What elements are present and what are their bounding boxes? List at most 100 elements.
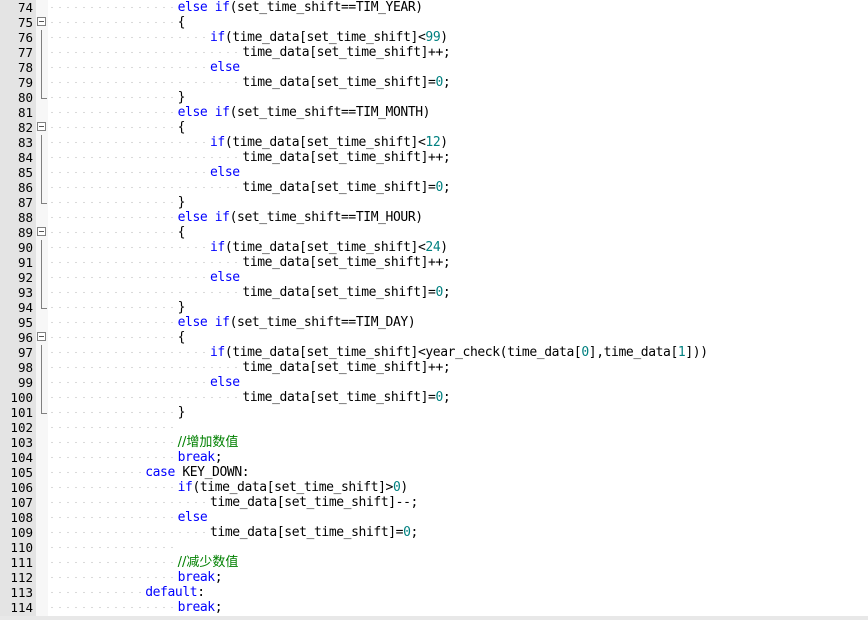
code-line[interactable]: 88 else if(set_time_shift==TIM_HOUR)	[18, 210, 868, 225]
fold-collapse-icon[interactable]	[37, 332, 46, 341]
line-number: 100	[10, 390, 33, 405]
code-line[interactable]: 110	[10, 540, 868, 555]
code-line[interactable]: 93 time_data[set_time_shift]=0;	[18, 285, 868, 300]
keyword-token: else	[210, 165, 240, 180]
line-number: 85	[17, 165, 33, 180]
code-line[interactable]: 77 time_data[set_time_shift]++;	[18, 45, 868, 60]
whitespace-indicator	[48, 135, 206, 150]
code-line[interactable]: 95 else if(set_time_shift==TIM_DAY)	[18, 315, 868, 330]
code-text: {	[177, 330, 186, 345]
line-number: 82	[17, 120, 33, 135]
number-token: 24	[425, 240, 441, 255]
code-text: }	[177, 405, 186, 420]
code-line[interactable]: 91 time_data[set_time_shift]++;	[18, 255, 868, 270]
line-number: 111	[10, 555, 33, 570]
number-token: 0	[435, 75, 443, 90]
code-line[interactable]: 94}	[18, 300, 868, 315]
line-number: 86	[17, 180, 33, 195]
code-line[interactable]: 83 if(time_data[set_time_shift]<12)	[18, 135, 868, 150]
code-token: {	[177, 330, 186, 345]
fold-end-marker	[41, 405, 47, 414]
code-line[interactable]: 114 break;	[10, 600, 868, 615]
code-line[interactable]: 92 else	[18, 270, 868, 285]
keyword-token: break	[177, 450, 216, 465]
code-line[interactable]: 104 break;	[10, 450, 868, 465]
code-line[interactable]: 84 time_data[set_time_shift]++;	[18, 150, 868, 165]
line-number: 106	[10, 480, 33, 495]
code-line[interactable]: 106 if(time_data[set_time_shift]>0)	[10, 480, 868, 495]
code-line[interactable]: 113 default:	[10, 585, 868, 600]
code-line[interactable]: 97 if(time_data[set_time_shift]<year_chec…	[18, 345, 868, 360]
horizontal-scrollbar[interactable]	[0, 616, 868, 620]
code-line[interactable]: 112 break;	[10, 570, 868, 585]
line-number: 107	[10, 495, 33, 510]
line-number: 113	[10, 585, 33, 600]
code-token: time_data[set_time_shift]=	[242, 285, 436, 300]
code-line[interactable]: 80}	[18, 90, 868, 105]
code-text: //增加数值	[178, 435, 239, 450]
code-line[interactable]: 99 else	[18, 375, 868, 390]
code-text: if(time_data[set_time_shift]<99)	[210, 30, 448, 45]
code-line[interactable]: 79 time_data[set_time_shift]=0;	[18, 75, 868, 90]
code-line[interactable]: 82 {	[18, 120, 868, 135]
code-line[interactable]: 103 //增加数值	[10, 435, 868, 450]
code-token: (time_data[set_time_shift]<year_check(ti…	[224, 345, 582, 360]
code-line[interactable]: 111 //减少数值	[10, 555, 868, 570]
fold-guide-line	[41, 135, 42, 150]
code-line[interactable]: 96 {	[18, 330, 868, 345]
whitespace-indicator	[48, 105, 174, 120]
line-number: 77	[17, 45, 33, 60]
fold-guide-line	[41, 390, 42, 405]
code-line[interactable]: 75 {	[18, 15, 868, 30]
keyword-token: if	[210, 240, 225, 255]
whitespace-indicator	[48, 540, 174, 555]
whitespace-indicator	[48, 15, 174, 30]
line-number: 81	[17, 105, 33, 120]
fold-collapse-icon[interactable]	[37, 122, 46, 131]
whitespace-indicator	[48, 150, 239, 165]
fold-end-marker	[41, 90, 47, 99]
code-line[interactable]: 76 if(time_data[set_time_shift]<99)	[18, 30, 868, 45]
whitespace-indicator	[48, 585, 142, 600]
code-token: (time_data[set_time_shift]<	[224, 30, 426, 45]
code-text: if(time_data[set_time_shift]>0)	[178, 480, 409, 495]
code-line[interactable]: 109 time_data[set_time_shift]=0;	[10, 525, 868, 540]
code-line[interactable]: 107 time_data[set_time_shift]--;	[10, 495, 868, 510]
fold-guide-line	[41, 180, 42, 195]
code-line[interactable]: 90 if(time_data[set_time_shift]<24)	[18, 240, 868, 255]
code-line[interactable]: 74 else if(set_time_shift==TIM_YEAR)	[18, 0, 868, 15]
keyword-token: if	[214, 0, 230, 15]
code-line[interactable]: 87}	[18, 195, 868, 210]
code-editor[interactable]: 74 else if(set_time_shift==TIM_YEAR) 75{76…	[0, 0, 868, 620]
code-line[interactable]: 101}	[10, 405, 868, 420]
code-token: time_data[set_time_shift]=	[242, 180, 436, 195]
code-area[interactable]: 74 else if(set_time_shift==TIM_YEAR) 75{76…	[10, 0, 868, 620]
fold-end-marker	[41, 300, 47, 309]
whitespace-indicator	[48, 0, 174, 15]
code-line[interactable]: 108 else	[10, 510, 868, 525]
code-line[interactable]: 105 case KEY_DOWN:	[10, 465, 868, 480]
code-token: (set_time_shift==TIM_DAY)	[229, 315, 416, 330]
fold-guide-line	[41, 360, 42, 375]
code-line[interactable]: 102	[10, 420, 868, 435]
code-token: ;	[214, 600, 223, 615]
code-text: else	[178, 510, 208, 525]
line-number: 92	[17, 270, 33, 285]
code-line[interactable]: 85 else	[18, 165, 868, 180]
code-token: }	[177, 405, 186, 420]
code-line[interactable]: 89 {	[18, 225, 868, 240]
code-line[interactable]: 98 time_data[set_time_shift]++;	[18, 360, 868, 375]
code-line[interactable]: 100 time_data[set_time_shift]=0;	[10, 390, 868, 405]
code-text: if(time_data[set_time_shift]<12)	[210, 135, 448, 150]
line-number: 88	[17, 210, 33, 225]
code-line[interactable]: 78 else	[18, 60, 868, 75]
number-token: 0	[435, 285, 443, 300]
fold-guide-line	[41, 60, 42, 75]
fold-collapse-icon[interactable]	[37, 227, 46, 236]
fold-guide-line	[41, 345, 42, 360]
code-line[interactable]: 86 time_data[set_time_shift]=0;	[18, 180, 868, 195]
fold-collapse-icon[interactable]	[37, 17, 46, 26]
whitespace-indicator	[48, 330, 174, 345]
code-line[interactable]: 81 else if(set_time_shift==TIM_MONTH)	[18, 105, 868, 120]
whitespace-indicator	[48, 60, 206, 75]
